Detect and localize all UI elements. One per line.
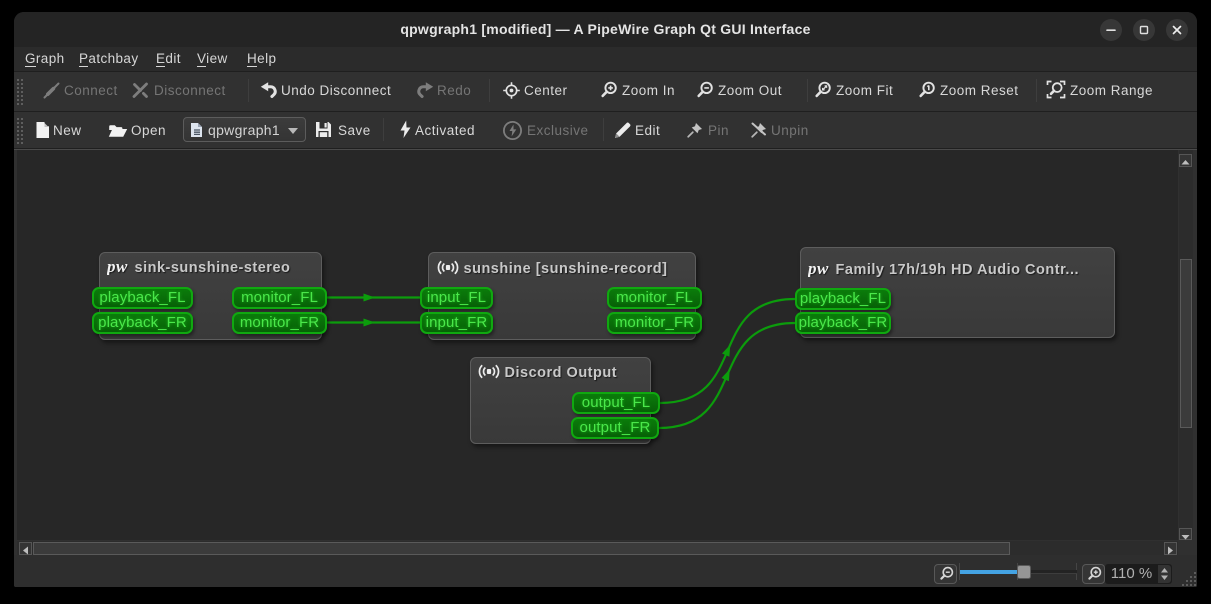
svg-text:pw: pw: [808, 261, 829, 277]
svg-text:pw: pw: [107, 259, 128, 275]
